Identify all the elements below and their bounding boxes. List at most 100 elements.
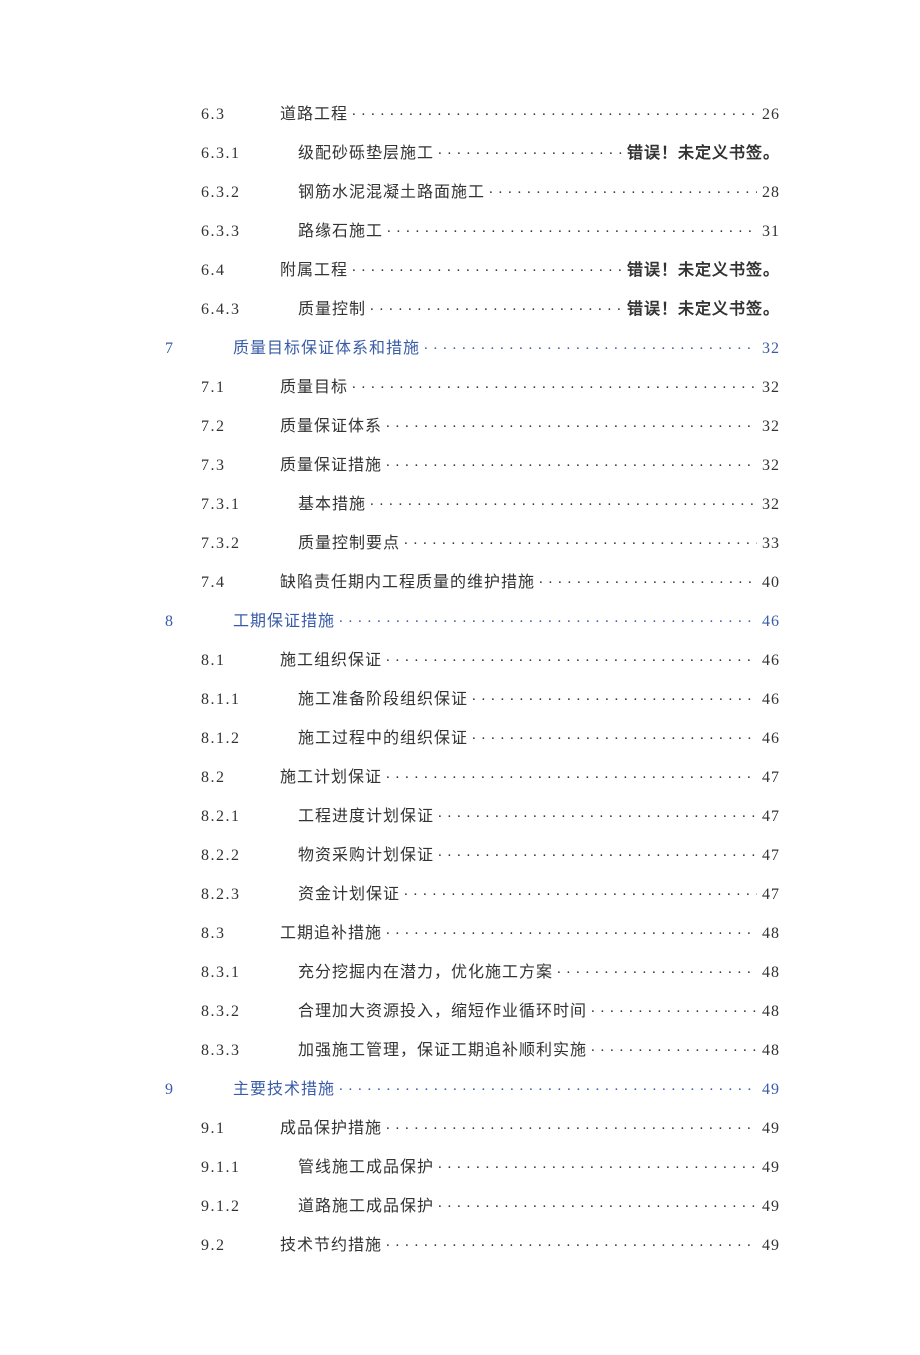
toc-row: 8.3.1充分挖掘内在潜力，优化施工方案 48	[165, 963, 780, 981]
toc-page-number: 49	[759, 1199, 780, 1215]
toc-leader-dots	[386, 456, 757, 470]
toc-row: 8.2.2物资采购计划保证 47	[165, 846, 780, 864]
toc-number: 6.3.3	[201, 224, 298, 240]
toc-leader-dots	[370, 300, 622, 314]
toc-number: 6.4.3	[201, 302, 298, 318]
toc-row[interactable]: 7质量目标保证体系和措施 32	[165, 339, 780, 357]
toc-title: 充分挖掘内在潜力，优化施工方案	[298, 965, 553, 981]
toc-title: 工期保证措施	[233, 614, 335, 630]
table-of-contents: 6.3道路工程 266.3.1级配砂砾垫层施工 错误！未定义书签。6.3.2钢筋…	[165, 105, 780, 1254]
toc-leader-dots	[352, 261, 622, 275]
toc-page-number: 31	[759, 224, 780, 240]
toc-number: 6.4	[201, 263, 280, 279]
toc-leader-dots	[438, 1158, 757, 1172]
toc-row: 9.1成品保护措施 49	[165, 1119, 780, 1137]
toc-row: 6.4.3质量控制 错误！未定义书签。	[165, 300, 780, 318]
toc-number: 6.3.1	[201, 146, 298, 162]
toc-title: 施工过程中的组织保证	[298, 731, 468, 747]
toc-page-number: 46	[759, 692, 780, 708]
toc-title: 质量目标	[280, 380, 348, 396]
toc-number: 7.2	[201, 419, 280, 435]
toc-row: 7.3质量保证措施 32	[165, 456, 780, 474]
toc-leader-dots	[438, 846, 757, 860]
toc-row[interactable]: 8工期保证措施 46	[165, 612, 780, 630]
toc-row: 9.2技术节约措施 49	[165, 1236, 780, 1254]
toc-leader-dots	[339, 612, 757, 626]
document-page: 6.3道路工程 266.3.1级配砂砾垫层施工 错误！未定义书签。6.3.2钢筋…	[0, 0, 920, 1355]
toc-number: 8.3.3	[201, 1043, 298, 1059]
toc-title: 质量目标保证体系和措施	[233, 341, 420, 357]
toc-row: 9.1.2道路施工成品保护 49	[165, 1197, 780, 1215]
toc-title: 质量控制	[298, 302, 366, 318]
toc-number: 6.3	[201, 107, 280, 123]
toc-leader-dots	[539, 573, 757, 587]
toc-title: 质量控制要点	[298, 536, 400, 552]
toc-number: 7	[165, 341, 233, 357]
toc-number: 8.2	[201, 770, 280, 786]
toc-number: 9.1	[201, 1121, 280, 1137]
toc-row: 8.2.3资金计划保证 47	[165, 885, 780, 903]
toc-number: 8.3	[201, 926, 280, 942]
toc-page-number: 49	[759, 1121, 780, 1137]
toc-title: 级配砂砾垫层施工	[298, 146, 434, 162]
toc-row: 9.1.1管线施工成品保护 49	[165, 1158, 780, 1176]
toc-leader-dots	[386, 651, 757, 665]
toc-row: 7.2质量保证体系 32	[165, 417, 780, 435]
toc-page-number: 48	[759, 1043, 780, 1059]
toc-leader-dots	[591, 1002, 757, 1016]
toc-row: 6.3.1级配砂砾垫层施工 错误！未定义书签。	[165, 144, 780, 162]
toc-row: 6.3.3路缘石施工 31	[165, 222, 780, 240]
toc-leader-dots	[387, 222, 757, 236]
toc-title: 钢筋水泥混凝土路面施工	[298, 185, 485, 201]
toc-page-number: 28	[759, 185, 780, 201]
toc-row: 8.1.2施工过程中的组织保证 46	[165, 729, 780, 747]
toc-number: 8.2.3	[201, 887, 298, 903]
toc-number: 8.1.2	[201, 731, 298, 747]
toc-title: 质量保证体系	[280, 419, 382, 435]
toc-leader-dots	[472, 729, 757, 743]
toc-number: 9.1.1	[201, 1160, 298, 1176]
toc-title: 管线施工成品保护	[298, 1160, 434, 1176]
toc-page-number: 32	[759, 497, 780, 513]
toc-page-number: 32	[759, 419, 780, 435]
toc-leader-dots	[386, 924, 757, 938]
toc-leader-dots	[489, 183, 757, 197]
toc-leader-dots	[386, 1236, 757, 1250]
toc-leader-dots	[472, 690, 757, 704]
toc-title: 施工准备阶段组织保证	[298, 692, 468, 708]
toc-row: 7.4缺陷责任期内工程质量的维护措施 40	[165, 573, 780, 591]
toc-page-number: 48	[759, 1004, 780, 1020]
toc-row: 6.3.2钢筋水泥混凝土路面施工 28	[165, 183, 780, 201]
toc-number: 8.2.2	[201, 848, 298, 864]
toc-title: 合理加大资源投入，缩短作业循环时间	[298, 1004, 587, 1020]
toc-row: 8.1.1施工准备阶段组织保证 46	[165, 690, 780, 708]
toc-number: 8	[165, 614, 233, 630]
toc-title: 路缘石施工	[298, 224, 383, 240]
toc-leader-dots	[438, 1197, 757, 1211]
toc-page-number: 49	[759, 1160, 780, 1176]
toc-row: 8.3.2合理加大资源投入，缩短作业循环时间 48	[165, 1002, 780, 1020]
toc-page-error: 错误！未定义书签。	[624, 302, 780, 318]
toc-number: 8.1.1	[201, 692, 298, 708]
toc-row: 7.1质量目标 32	[165, 378, 780, 396]
toc-number: 7.3.2	[201, 536, 298, 552]
toc-page-number: 48	[759, 965, 780, 981]
toc-title: 工程进度计划保证	[298, 809, 434, 825]
toc-title: 附属工程	[280, 263, 348, 279]
toc-title: 施工计划保证	[280, 770, 382, 786]
toc-leader-dots	[557, 963, 757, 977]
toc-row: 6.4附属工程 错误！未定义书签。	[165, 261, 780, 279]
toc-title: 工期追补措施	[280, 926, 382, 942]
toc-row: 8.2.1工程进度计划保证 47	[165, 807, 780, 825]
toc-number: 7.4	[201, 575, 280, 591]
toc-number: 7.3.1	[201, 497, 298, 513]
toc-number: 8.2.1	[201, 809, 298, 825]
toc-page-number: 33	[759, 536, 780, 552]
toc-page-number: 47	[759, 770, 780, 786]
toc-title: 道路施工成品保护	[298, 1199, 434, 1215]
toc-page-number: 46	[759, 653, 780, 669]
toc-leader-dots	[386, 1119, 757, 1133]
toc-row[interactable]: 9主要技术措施 49	[165, 1080, 780, 1098]
toc-number: 8.3.1	[201, 965, 298, 981]
toc-page-error: 错误！未定义书签。	[624, 146, 780, 162]
